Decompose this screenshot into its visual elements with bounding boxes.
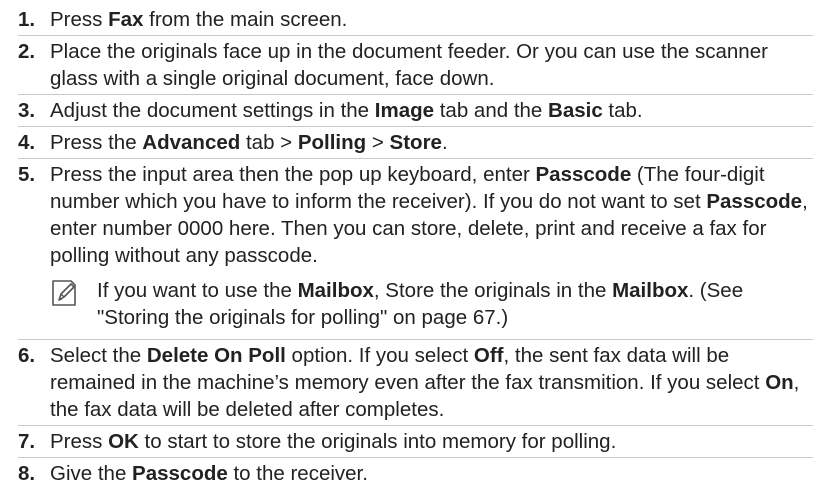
- step-number: 7.: [18, 430, 36, 453]
- bold-term: Store: [389, 131, 442, 154]
- step-8: 8. Give the Passcode to the receiver.: [18, 458, 813, 489]
- step-text: Press OK to start to store the originals…: [50, 428, 813, 455]
- step-number: 5.: [18, 163, 36, 186]
- bold-term: Mailbox: [612, 279, 689, 302]
- step-number: 6.: [18, 344, 36, 367]
- step-text: Select the Delete On Poll option. If you…: [50, 342, 813, 423]
- text: Press the input area then the pop up key…: [50, 163, 536, 186]
- step-1: 1. Press Fax from the main screen.: [18, 4, 813, 35]
- bold-term: Delete On Poll: [146, 344, 286, 367]
- step-text: Place the originals face up in the docum…: [50, 40, 768, 90]
- text: Adjust the document settings in the: [50, 99, 375, 122]
- bold-term: Image: [374, 99, 435, 122]
- step-2: 2. Place the originals face up in the do…: [18, 36, 813, 94]
- text: .: [441, 131, 448, 154]
- text: to start to store the originals into mem…: [138, 430, 617, 453]
- step-number: 2.: [18, 40, 36, 63]
- step-3: 3. Adjust the document settings in the I…: [18, 95, 813, 126]
- step-text: Press the Advanced tab > Polling > Store…: [50, 129, 813, 156]
- text: Press: [50, 8, 109, 31]
- text: Give the: [50, 462, 133, 485]
- text: Select the: [50, 344, 147, 367]
- note-box: If you want to use the Mailbox, Store th…: [50, 277, 813, 331]
- step-text: Press the input area then the pop up key…: [50, 161, 813, 269]
- step-text: Press Fax from the main screen.: [50, 6, 813, 33]
- bold-term: Passcode: [706, 190, 803, 213]
- bold-term: Passcode: [132, 462, 228, 485]
- text: option. If you select: [285, 344, 474, 367]
- step-number: 8.: [18, 462, 36, 485]
- text: If you want to use the: [97, 279, 298, 302]
- text: tab.: [602, 99, 643, 122]
- bold-term: On: [765, 371, 794, 394]
- text: from the main screen.: [143, 8, 348, 31]
- step-5: 5. Press the input area then the pop up …: [18, 159, 813, 271]
- text: Press the: [50, 131, 143, 154]
- text: , Store the originals in the: [373, 279, 613, 302]
- step-number: 4.: [18, 131, 36, 154]
- bold-term: Passcode: [535, 163, 632, 186]
- step-number: 3.: [18, 99, 36, 122]
- step-6: 6. Select the Delete On Poll option. If …: [18, 340, 813, 425]
- bold-term: Mailbox: [297, 279, 374, 302]
- bold-term: Basic: [548, 99, 603, 122]
- step-text: Give the Passcode to the receiver.: [50, 460, 813, 487]
- note-text: If you want to use the Mailbox, Store th…: [97, 277, 813, 331]
- step-number: 1.: [18, 8, 36, 31]
- bold-term: Advanced: [142, 131, 241, 154]
- text: Press: [50, 430, 109, 453]
- text: tab and the: [434, 99, 549, 122]
- bold-term: Polling: [297, 131, 367, 154]
- text: to the receiver.: [227, 462, 368, 485]
- step-text: Adjust the document settings in the Imag…: [50, 97, 813, 124]
- bold-term: Off: [473, 344, 504, 367]
- text: tab >: [240, 131, 298, 154]
- instructions-page: 1. Press Fax from the main screen. 2. Pl…: [0, 0, 827, 491]
- step-7: 7. Press OK to start to store the origin…: [18, 426, 813, 457]
- bold-term: Fax: [108, 8, 144, 31]
- step-4: 4. Press the Advanced tab > Polling > St…: [18, 127, 813, 158]
- bold-term: OK: [108, 430, 139, 453]
- note-pencil-icon: [50, 279, 78, 307]
- text: >: [366, 131, 390, 154]
